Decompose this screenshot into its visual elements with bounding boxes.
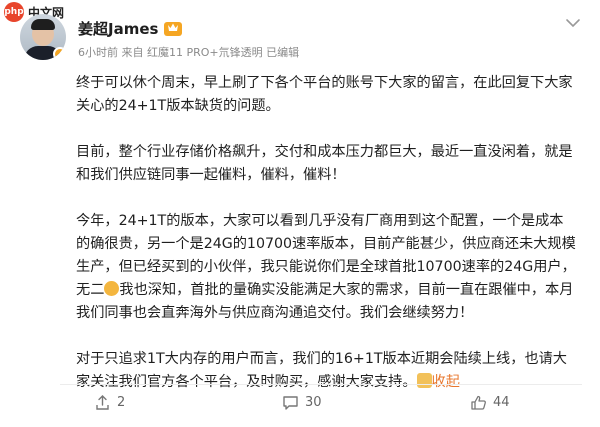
chevron-down-icon[interactable] [564, 16, 582, 30]
comment-icon [283, 396, 298, 410]
share-count: 2 [117, 395, 126, 410]
author-name[interactable]: 姜超James [78, 18, 158, 39]
pray-emoji-icon [416, 373, 432, 388]
paragraph-4: 对于只追求1T大内存的用户而言，我们的16+1T版本近期会陆续上线，也请大家关注… [76, 348, 576, 394]
avatar[interactable] [20, 14, 66, 60]
paragraph-3: 今年，24+1T的版本，大家可以看到几乎没有厂商用到这个配置，一个是成本的确很贵… [76, 210, 576, 325]
post-meta: 6小时前 来自 红魔11 PRO+氘锋透明 已编辑 [78, 46, 300, 59]
like-button[interactable]: 44 [470, 394, 510, 411]
thumbs-up-icon [471, 395, 486, 410]
paragraph-1: 终于可以休个周末，早上刷了下各个平台的账号下大家的留言，在此回复下大家关心的24… [76, 75, 573, 114]
blush-emoji-icon [104, 281, 120, 296]
share-icon [96, 395, 109, 410]
divider [60, 384, 582, 385]
comment-button[interactable]: 30 [282, 394, 322, 411]
paragraph-2: 目前，整个行业存储价格飙升，交付和成本压力都巨大，最近一直没闲着，就是和我们供应… [76, 144, 573, 183]
verified-badge-icon [53, 47, 66, 60]
like-count: 44 [493, 395, 510, 410]
comment-count: 30 [305, 395, 322, 410]
post-content: 终于可以休个周末，早上刷了下各个平台的账号下大家的留言，在此回复下大家关心的24… [76, 72, 576, 394]
author-row: 姜超James [78, 18, 183, 39]
post-header: 姜超James 6小时前 来自 红魔11 PRO+氘锋透明 已编辑 [20, 14, 582, 72]
action-bar: 2 30 44 [0, 394, 600, 418]
vip-badge-icon [164, 21, 183, 36]
collapse-link[interactable]: 收起 [432, 374, 460, 390]
share-button[interactable]: 2 [94, 394, 125, 411]
paragraph-3b-text: 我也深知，首批的量确实没能满足大家的需求，目前一直在跟催中，本月我们同事也会直奔… [76, 282, 574, 321]
